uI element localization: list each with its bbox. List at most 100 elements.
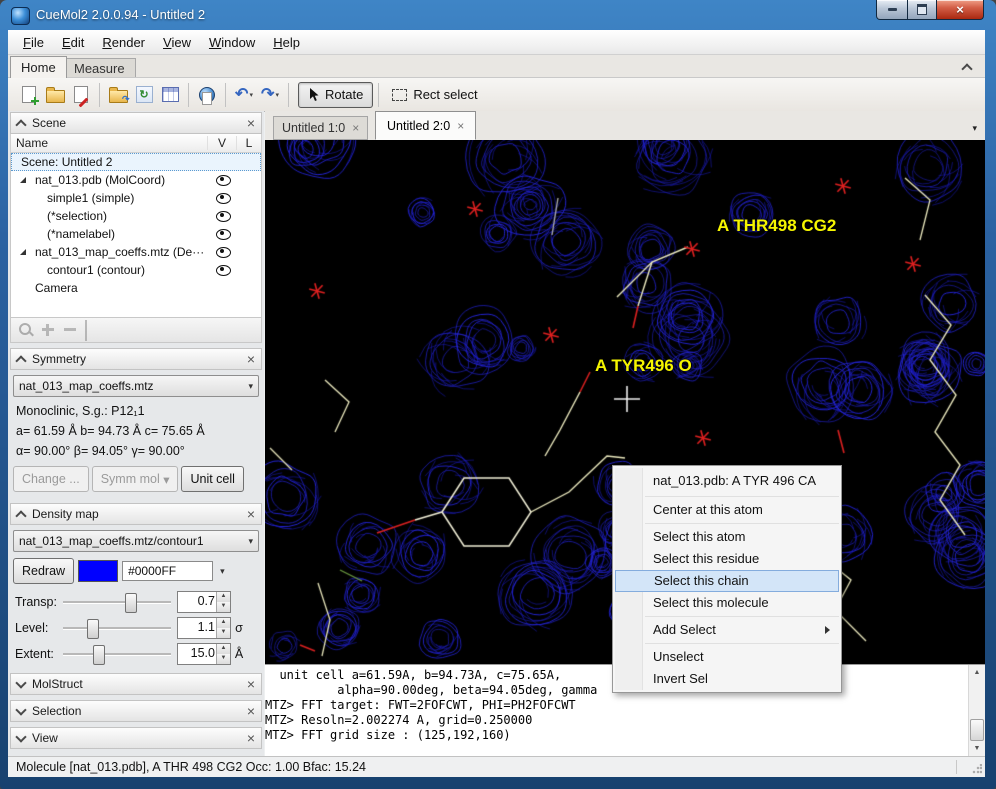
add-icon[interactable] xyxy=(41,323,55,337)
minimize-button[interactable] xyxy=(876,0,908,20)
menu-window[interactable]: Window xyxy=(200,31,264,54)
tab-close-icon[interactable]: × xyxy=(457,119,464,133)
collapse-chevron-icon[interactable] xyxy=(15,510,26,521)
symm-mol-button[interactable]: Symm mol ▾ xyxy=(92,466,179,492)
expand-chevron-icon[interactable] xyxy=(15,731,26,742)
tree-row-scene[interactable]: Scene: Untitled 2 xyxy=(11,153,261,171)
scrollbar-thumb[interactable] xyxy=(970,719,984,741)
visibility-eye-icon[interactable] xyxy=(216,175,231,186)
menu-item-select-this-atom[interactable]: Select this atom xyxy=(615,526,839,548)
scroll-up-icon[interactable]: ▲ xyxy=(970,666,984,680)
zoom-icon[interactable] xyxy=(19,323,33,337)
expand-chevron-icon[interactable] xyxy=(15,677,26,688)
chevron-down-icon[interactable]: ▾ xyxy=(220,566,225,577)
menu-render[interactable]: Render xyxy=(93,31,154,54)
unit-cell-button[interactable]: Unit cell xyxy=(181,466,243,492)
close-icon[interactable]: × xyxy=(247,732,255,744)
expander-icon[interactable] xyxy=(20,177,26,183)
spin-down-icon[interactable]: ▼ xyxy=(217,628,230,638)
expander-icon[interactable] xyxy=(20,249,26,255)
ribbon-collapse-button[interactable] xyxy=(963,60,977,72)
level-slider[interactable] xyxy=(63,618,171,638)
column-lock[interactable]: L xyxy=(237,136,261,150)
close-icon[interactable]: × xyxy=(247,705,255,717)
level-spinner[interactable]: 1.1▲▼ xyxy=(177,617,231,639)
tab-measure[interactable]: Measure xyxy=(63,58,136,79)
spin-down-icon[interactable]: ▼ xyxy=(217,602,230,612)
menu-item-unselect[interactable]: Unselect xyxy=(615,646,839,668)
close-icon[interactable]: × xyxy=(247,353,255,365)
tree-row-contour1[interactable]: contour1 (contour) xyxy=(11,261,261,279)
transp-spinner[interactable]: 0.7▲▼ xyxy=(177,591,231,613)
close-icon[interactable]: × xyxy=(247,678,255,690)
save-scene-button[interactable] xyxy=(68,82,94,108)
reload-button[interactable]: ↻ xyxy=(131,82,157,108)
open-file-button[interactable]: ↷ xyxy=(105,82,131,108)
tree-row-simple1[interactable]: simple1 (simple) xyxy=(11,189,261,207)
tree-row-mtz[interactable]: nat_013_map_coeffs.mtz (De··· xyxy=(11,243,261,261)
undo-button[interactable]: ↶▾ xyxy=(231,82,257,108)
menu-file[interactable]: File xyxy=(14,31,53,54)
tab-list-dropdown-icon[interactable]: ▾ xyxy=(972,123,977,134)
menu-item-select-this-chain[interactable]: Select this chain xyxy=(615,570,839,592)
menu-item-select-this-molecule[interactable]: Select this molecule xyxy=(615,592,839,614)
extent-spinner[interactable]: 15.0▲▼ xyxy=(177,643,231,665)
title-bar[interactable]: CueMol2 2.0.0.94 - Untitled 2 × xyxy=(0,0,996,30)
spin-up-icon[interactable]: ▲ xyxy=(217,592,230,602)
symmetry-mol-select[interactable]: nat_013_map_coeffs.mtz ▾ xyxy=(13,375,259,397)
redraw-button[interactable]: Redraw xyxy=(13,558,74,584)
viewport-tab-2[interactable]: Untitled 2:0× xyxy=(375,111,476,140)
menu-item-select-this-residue[interactable]: Select this residue xyxy=(615,548,839,570)
maximize-button[interactable] xyxy=(908,0,937,20)
redo-button[interactable]: ↷▾ xyxy=(257,82,283,108)
menu-item-invert-sel[interactable]: Invert Sel xyxy=(615,668,839,690)
new-scene-button[interactable] xyxy=(16,82,42,108)
menu-item-center-at-this-atom[interactable]: Center at this atom xyxy=(615,499,839,521)
tree-row-namelabel[interactable]: (*namelabel) xyxy=(11,225,261,243)
extent-slider[interactable] xyxy=(63,644,171,664)
transp-slider[interactable] xyxy=(63,592,171,612)
menu-help[interactable]: Help xyxy=(264,31,309,54)
open-scene-button[interactable] xyxy=(42,82,68,108)
close-icon[interactable]: × xyxy=(247,117,255,129)
close-button[interactable]: × xyxy=(937,0,984,20)
collapse-chevron-icon[interactable] xyxy=(15,355,26,366)
undo-dropdown-icon[interactable]: ▾ xyxy=(249,91,253,99)
visibility-eye-icon[interactable] xyxy=(216,193,231,204)
visibility-eye-icon[interactable] xyxy=(216,211,231,222)
rect-select-toggle[interactable]: Rect select xyxy=(384,87,485,102)
spin-up-icon[interactable]: ▲ xyxy=(217,618,230,628)
render-button[interactable] xyxy=(194,82,220,108)
change-button[interactable]: Change ... xyxy=(13,466,89,492)
visibility-eye-icon[interactable] xyxy=(216,229,231,240)
tree-row-selection[interactable]: (*selection) xyxy=(11,207,261,225)
map-color-hex-input[interactable]: #0000FF xyxy=(122,561,213,581)
visibility-eye-icon[interactable] xyxy=(216,265,231,276)
close-icon[interactable]: × xyxy=(247,508,255,520)
tree-row-molcoord[interactable]: nat_013.pdb (MolCoord) xyxy=(11,171,261,189)
remove-icon[interactable] xyxy=(63,323,77,337)
density-renderer-select[interactable]: nat_013_map_coeffs.mtz/contour1 ▾ xyxy=(13,530,259,552)
column-name[interactable]: Name xyxy=(11,136,208,150)
scroll-down-icon[interactable]: ▼ xyxy=(970,742,984,756)
properties-icon[interactable] xyxy=(85,323,99,337)
menu-view[interactable]: View xyxy=(154,31,200,54)
rotate-toggle-button[interactable]: Rotate xyxy=(298,82,373,108)
spin-up-icon[interactable]: ▲ xyxy=(217,644,230,654)
tab-home[interactable]: Home xyxy=(10,56,67,78)
menu-edit[interactable]: Edit xyxy=(53,31,93,54)
tab-close-icon[interactable]: × xyxy=(352,121,359,135)
resize-grip[interactable] xyxy=(972,764,982,774)
viewport-tab-1[interactable]: Untitled 1:0× xyxy=(273,116,368,140)
expand-chevron-icon[interactable] xyxy=(15,704,26,715)
table-view-button[interactable] xyxy=(157,82,183,108)
collapse-chevron-icon[interactable] xyxy=(15,119,26,130)
redo-dropdown-icon[interactable]: ▾ xyxy=(275,91,279,99)
tree-row-camera[interactable]: Camera xyxy=(11,279,261,297)
menu-item-add-select[interactable]: Add Select xyxy=(615,619,839,641)
column-visible[interactable]: V xyxy=(208,136,237,150)
visibility-eye-icon[interactable] xyxy=(216,247,231,258)
console-scrollbar[interactable]: ▲ ▼ xyxy=(968,665,985,757)
map-color-swatch[interactable] xyxy=(78,560,118,582)
spin-down-icon[interactable]: ▼ xyxy=(217,654,230,664)
